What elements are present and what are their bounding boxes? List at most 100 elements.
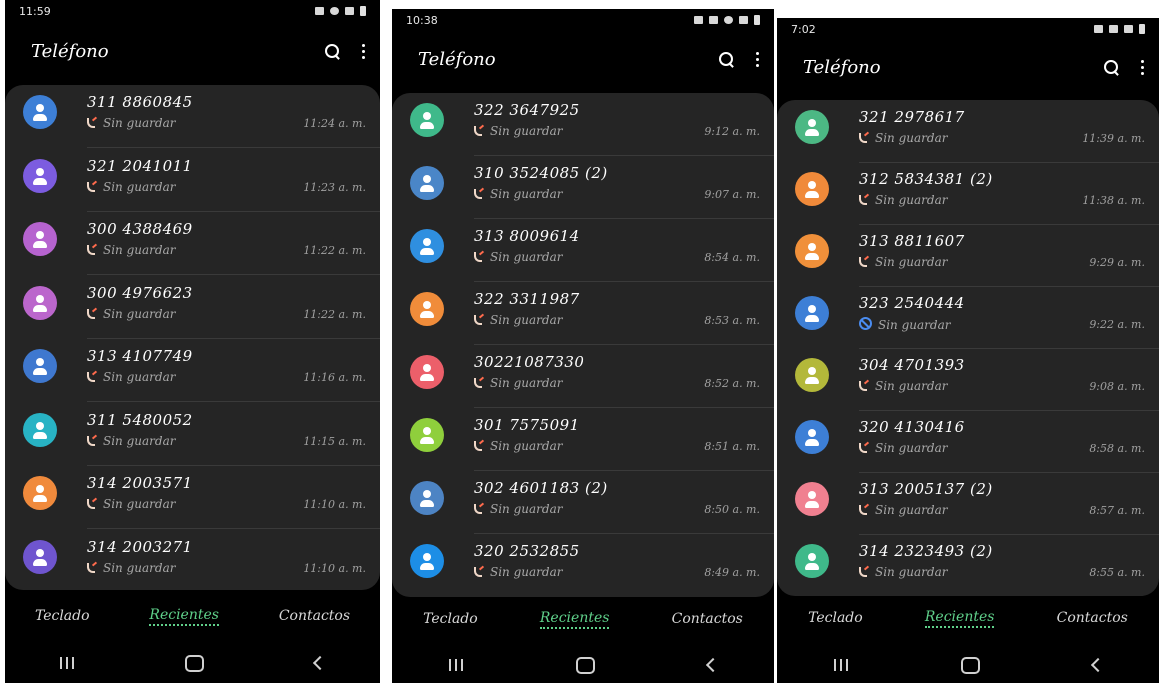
call-log-row[interactable]: 313 8009614 Sin guardar 8:54 a. m. (392, 219, 774, 282)
call-status: Sin guardar (474, 187, 562, 201)
contact-avatar-icon[interactable] (410, 166, 444, 200)
phone-number: 323 2540444 (859, 294, 965, 312)
call-log-row[interactable]: 313 8811607 Sin guardar 9:29 a. m. (777, 224, 1159, 287)
recent-apps-button[interactable] (60, 657, 75, 669)
call-time: 11:10 a. m. (303, 498, 366, 511)
signal-icon (345, 7, 354, 15)
alarm-icon (1094, 25, 1103, 33)
contact-avatar-icon[interactable] (795, 544, 829, 578)
contact-avatar-icon[interactable] (23, 349, 57, 383)
back-button[interactable] (705, 657, 720, 673)
recent-apps-button[interactable] (833, 659, 848, 671)
phone-number: 322 3311987 (474, 290, 580, 308)
call-log-row[interactable]: 323 2540444 Sin guardar 9:22 a. m. (777, 286, 1159, 349)
search-icon[interactable] (1104, 59, 1119, 75)
call-status-label: Sin guardar (875, 565, 948, 579)
contact-avatar-icon[interactable] (23, 222, 57, 256)
call-log-row[interactable]: 300 4976623 Sin guardar 11:22 a. m. (5, 276, 380, 339)
contact-avatar-icon[interactable] (795, 234, 829, 268)
call-time: 8:51 a. m. (704, 440, 760, 453)
tab-teclado[interactable]: Teclado (423, 611, 478, 627)
call-log-row[interactable]: 313 2005137 (2) Sin guardar 8:57 a. m. (777, 472, 1159, 535)
phone-number: 311 5480052 (87, 410, 193, 429)
call-log-row[interactable]: 321 2041011 Sin guardar 11:23 a. m. (5, 149, 380, 212)
call-log-row[interactable]: 322 3647925 Sin guardar 9:12 a. m. (392, 93, 774, 156)
call-log-row[interactable]: 322 3311987 Sin guardar 8:53 a. m. (392, 282, 774, 345)
back-button[interactable] (312, 655, 327, 671)
home-button[interactable] (575, 656, 595, 674)
call-log-row[interactable]: 30221087330 Sin guardar 8:52 a. m. (392, 345, 774, 408)
call-status: Sin guardar (859, 317, 950, 332)
call-status-label: Sin guardar (878, 318, 951, 332)
more-options-icon[interactable] (756, 51, 760, 67)
call-status: Sin guardar (474, 376, 562, 390)
system-nav-bar (5, 645, 380, 681)
home-button[interactable] (960, 656, 980, 674)
bottom-tabs: Teclado Recientes Contactos (392, 604, 774, 634)
blocked-call-icon (859, 317, 872, 330)
contact-avatar-icon[interactable] (410, 229, 444, 263)
tab-teclado[interactable]: Teclado (35, 608, 90, 624)
contact-avatar-icon[interactable] (795, 482, 829, 516)
tab-contactos[interactable]: Contactos (1057, 610, 1128, 626)
contact-avatar-icon[interactable] (410, 544, 444, 578)
call-time: 11:22 a. m. (303, 244, 366, 257)
call-time: 9:07 a. m. (704, 188, 760, 201)
contact-avatar-icon[interactable] (795, 110, 829, 144)
contact-avatar-icon[interactable] (23, 158, 57, 193)
tab-contactos[interactable]: Contactos (279, 608, 350, 624)
contact-avatar-icon[interactable] (23, 412, 57, 447)
call-log-row[interactable]: 314 2003271 Sin guardar 11:10 a. m. (5, 530, 380, 591)
call-log-row[interactable]: 301 7575091 Sin guardar 8:51 a. m. (392, 408, 774, 471)
call-log-row[interactable]: 311 5480052 Sin guardar 11:15 a. m. (5, 403, 380, 466)
tab-recientes[interactable]: Recientes (924, 609, 995, 628)
contact-avatar-icon[interactable] (410, 481, 444, 515)
contact-avatar-icon[interactable] (23, 539, 57, 574)
contact-avatar-icon[interactable] (410, 355, 444, 389)
contact-avatar-icon[interactable] (795, 358, 829, 392)
tab-recientes[interactable]: Recientes (149, 607, 219, 626)
contact-avatar-icon[interactable] (23, 95, 57, 129)
call-log-row[interactable]: 313 4107749 Sin guardar 11:16 a. m. (5, 339, 380, 402)
more-options-icon[interactable] (1141, 59, 1145, 75)
call-log-row[interactable]: 300 4388469 Sin guardar 11:22 a. m. (5, 212, 380, 275)
back-button[interactable] (1090, 657, 1105, 673)
call-log-row[interactable]: 320 2532855 Sin guardar 8:49 a. m. (392, 534, 774, 597)
call-log-row[interactable]: 311 8860845 Sin guardar 11:24 a. m. (5, 85, 380, 148)
call-time: 11:38 a. m. (1082, 194, 1145, 207)
call-status-label: Sin guardar (103, 306, 176, 321)
search-icon[interactable] (719, 51, 734, 67)
call-log-row[interactable]: 321 2978617 Sin guardar 11:39 a. m. (777, 100, 1159, 163)
contact-avatar-icon[interactable] (795, 420, 829, 454)
recent-apps-button[interactable] (448, 659, 463, 671)
tab-contactos[interactable]: Contactos (672, 611, 743, 627)
system-nav-bar (392, 647, 774, 683)
contact-avatar-icon[interactable] (410, 103, 444, 137)
call-log-row[interactable]: 320 4130416 Sin guardar 8:58 a. m. (777, 410, 1159, 473)
call-log-row[interactable]: 310 3524085 (2) Sin guardar 9:07 a. m. (392, 156, 774, 219)
call-log-row[interactable]: 314 2003571 Sin guardar 11:10 a. m. (5, 466, 380, 529)
incoming-call-icon (474, 189, 484, 199)
contact-avatar-icon[interactable] (410, 418, 444, 452)
call-log-row[interactable]: 314 2323493 (2) Sin guardar 8:55 a. m. (777, 534, 1159, 596)
incoming-call-icon (87, 562, 97, 573)
more-options-icon[interactable] (362, 43, 366, 59)
tab-teclado[interactable]: Teclado (808, 610, 863, 626)
call-log-row[interactable]: 312 5834381 (2) Sin guardar 11:38 a. m. (777, 162, 1159, 225)
contact-avatar-icon[interactable] (23, 476, 57, 510)
tab-recientes[interactable]: Recientes (539, 610, 610, 629)
status-bar: 7:02 (777, 18, 1159, 40)
contact-avatar-icon[interactable] (23, 285, 57, 320)
incoming-call-icon (474, 504, 484, 514)
call-status: Sin guardar (87, 370, 175, 384)
contact-avatar-icon[interactable] (410, 292, 444, 326)
phone-number: 322 3647925 (474, 101, 580, 119)
search-icon[interactable] (325, 43, 340, 59)
call-status-label: Sin guardar (103, 116, 176, 130)
call-log-row[interactable]: 302 4601183 (2) Sin guardar 8:50 a. m. (392, 471, 774, 534)
contact-avatar-icon[interactable] (795, 296, 829, 330)
call-log-row[interactable]: 304 4701393 Sin guardar 9:08 a. m. (777, 348, 1159, 411)
home-button[interactable] (184, 654, 204, 672)
contact-avatar-icon[interactable] (795, 172, 829, 206)
status-icons (694, 15, 760, 25)
